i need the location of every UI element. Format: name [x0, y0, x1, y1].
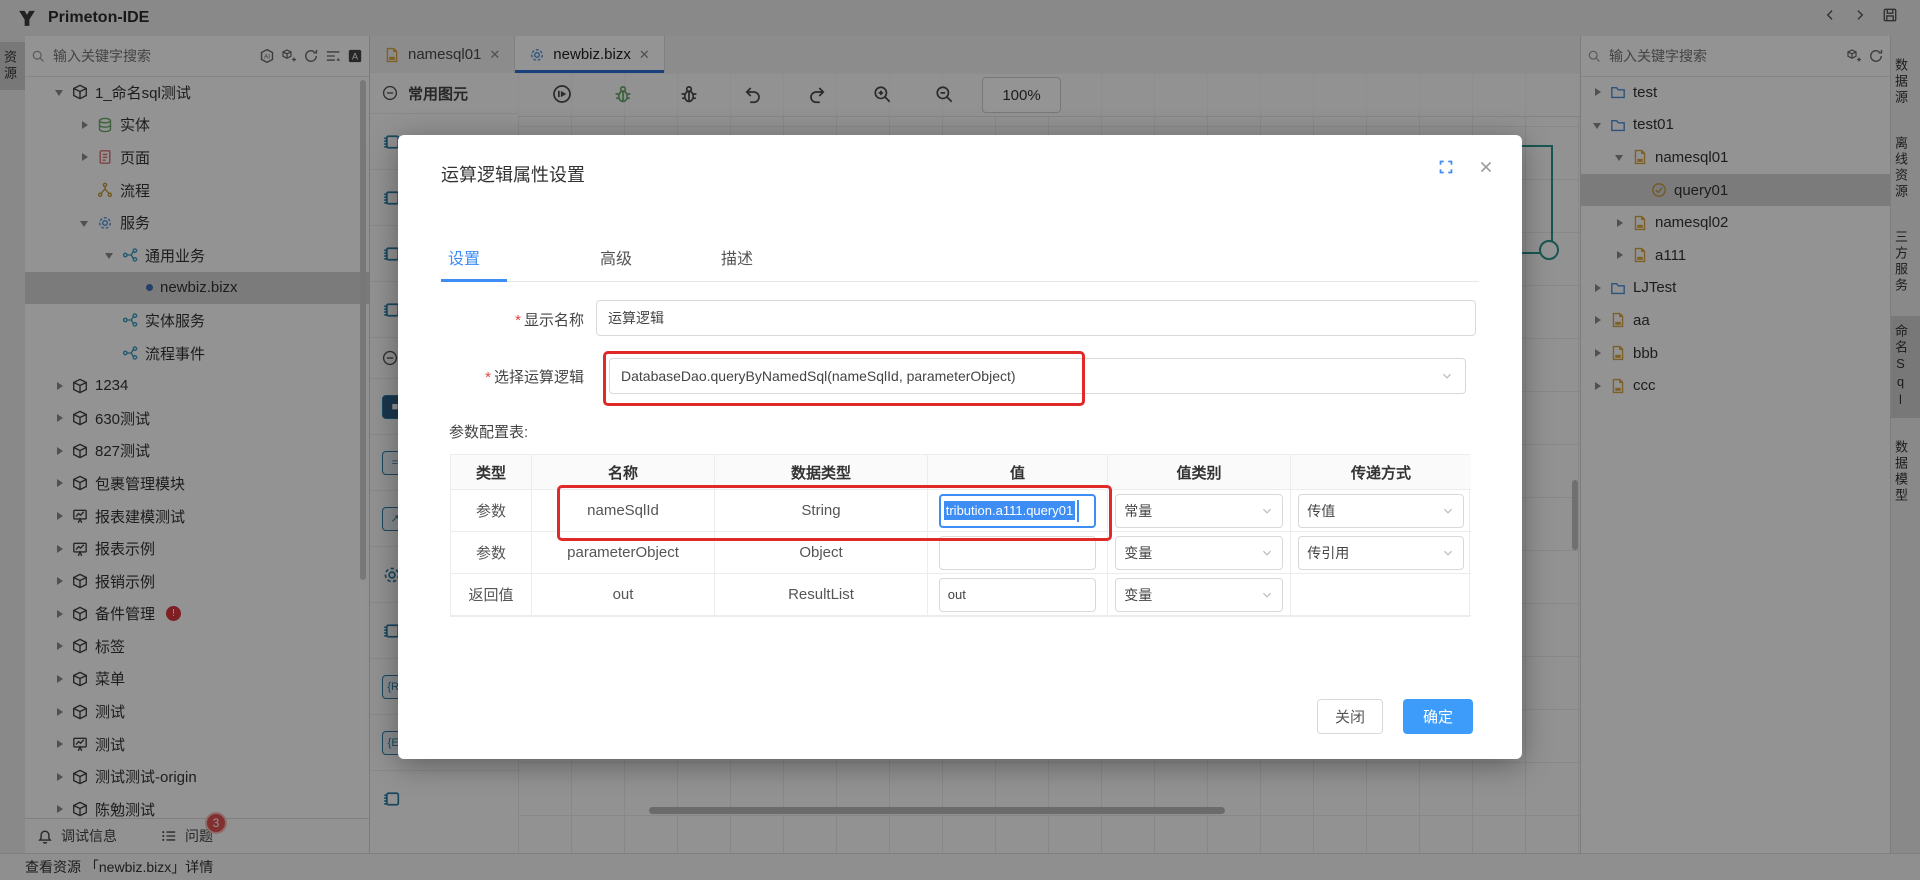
- close-icon[interactable]: [1478, 159, 1494, 175]
- chevron-down-icon: [1441, 504, 1455, 518]
- expand-icon[interactable]: [1438, 159, 1454, 175]
- pass-mode-select[interactable]: 传引用: [1298, 536, 1464, 570]
- pass-mode-cell: 传值: [1291, 490, 1471, 532]
- display-name-label: *显示名称: [424, 309, 584, 330]
- tab-settings[interactable]: 设置: [448, 245, 480, 269]
- value-input[interactable]: out: [939, 578, 1097, 612]
- value-input[interactable]: [939, 536, 1097, 570]
- param-type: 返回值: [451, 574, 532, 616]
- chevron-down-icon: [1260, 588, 1274, 602]
- param-table-caption: 参数配置表:: [449, 421, 528, 442]
- col-header: 数据类型: [715, 455, 928, 490]
- param-datatype: Object: [715, 532, 928, 574]
- col-header: 值: [928, 455, 1108, 490]
- logic-select[interactable]: DatabaseDao.queryByNamedSql(nameSqlId, p…: [609, 358, 1466, 394]
- col-header: 传递方式: [1291, 455, 1471, 490]
- close-button[interactable]: 关闭: [1317, 699, 1383, 734]
- ok-button[interactable]: 确定: [1403, 699, 1473, 734]
- logic-select-label: *选择运算逻辑: [424, 366, 584, 387]
- chevron-down-icon: [1260, 546, 1274, 560]
- value-input[interactable]: tribution.a111.query01: [939, 494, 1097, 528]
- tab-advanced[interactable]: 高级: [600, 245, 632, 269]
- param-table: 类型 名称 数据类型 值 值类别 传递方式 参数 nameSqlId Strin…: [450, 454, 1470, 617]
- param-type: 参数: [451, 490, 532, 532]
- display-name-input[interactable]: 运算逻辑: [596, 300, 1476, 336]
- pass-mode-cell: 传引用: [1291, 532, 1471, 574]
- param-value-cell: [928, 532, 1108, 574]
- param-name: out: [532, 574, 715, 616]
- selected-text: tribution.a111.query01: [944, 501, 1075, 520]
- dialog-title: 运算逻辑属性设置: [441, 161, 585, 187]
- value-category-select[interactable]: 变量: [1115, 536, 1282, 570]
- param-datatype: String: [715, 490, 928, 532]
- active-tab-underline: [441, 279, 507, 282]
- chevron-down-icon: [1441, 546, 1455, 560]
- tab-description[interactable]: 描述: [721, 245, 753, 269]
- param-value-cell: tribution.a111.query01: [928, 490, 1108, 532]
- param-name: parameterObject: [532, 532, 715, 574]
- logic-properties-dialog: 运算逻辑属性设置 设置 高级 描述 *显示名称 运算逻辑 *选择运算逻辑 Dat…: [398, 135, 1522, 759]
- pass-mode-cell-empty: [1291, 574, 1471, 616]
- param-type: 参数: [451, 532, 532, 574]
- value-category-cell: 变量: [1108, 532, 1291, 574]
- param-value-cell: out: [928, 574, 1108, 616]
- chevron-down-icon: [1440, 369, 1454, 383]
- pass-mode-select[interactable]: 传值: [1298, 494, 1464, 528]
- tab-divider: [441, 281, 1479, 282]
- value-category-cell: 变量: [1108, 574, 1291, 616]
- value-category-select[interactable]: 常量: [1115, 494, 1282, 528]
- app-window: Primeton-IDE 资源 1_命名sql测试 实: [0, 0, 1920, 880]
- value-category-cell: 常量: [1108, 490, 1291, 532]
- chevron-down-icon: [1260, 504, 1274, 518]
- param-name: nameSqlId: [532, 490, 715, 532]
- col-header: 名称: [532, 455, 715, 490]
- value-category-select[interactable]: 变量: [1115, 578, 1282, 612]
- text-cursor: [1077, 500, 1079, 522]
- col-header: 值类别: [1108, 455, 1291, 490]
- param-datatype: ResultList: [715, 574, 928, 616]
- col-header: 类型: [451, 455, 532, 490]
